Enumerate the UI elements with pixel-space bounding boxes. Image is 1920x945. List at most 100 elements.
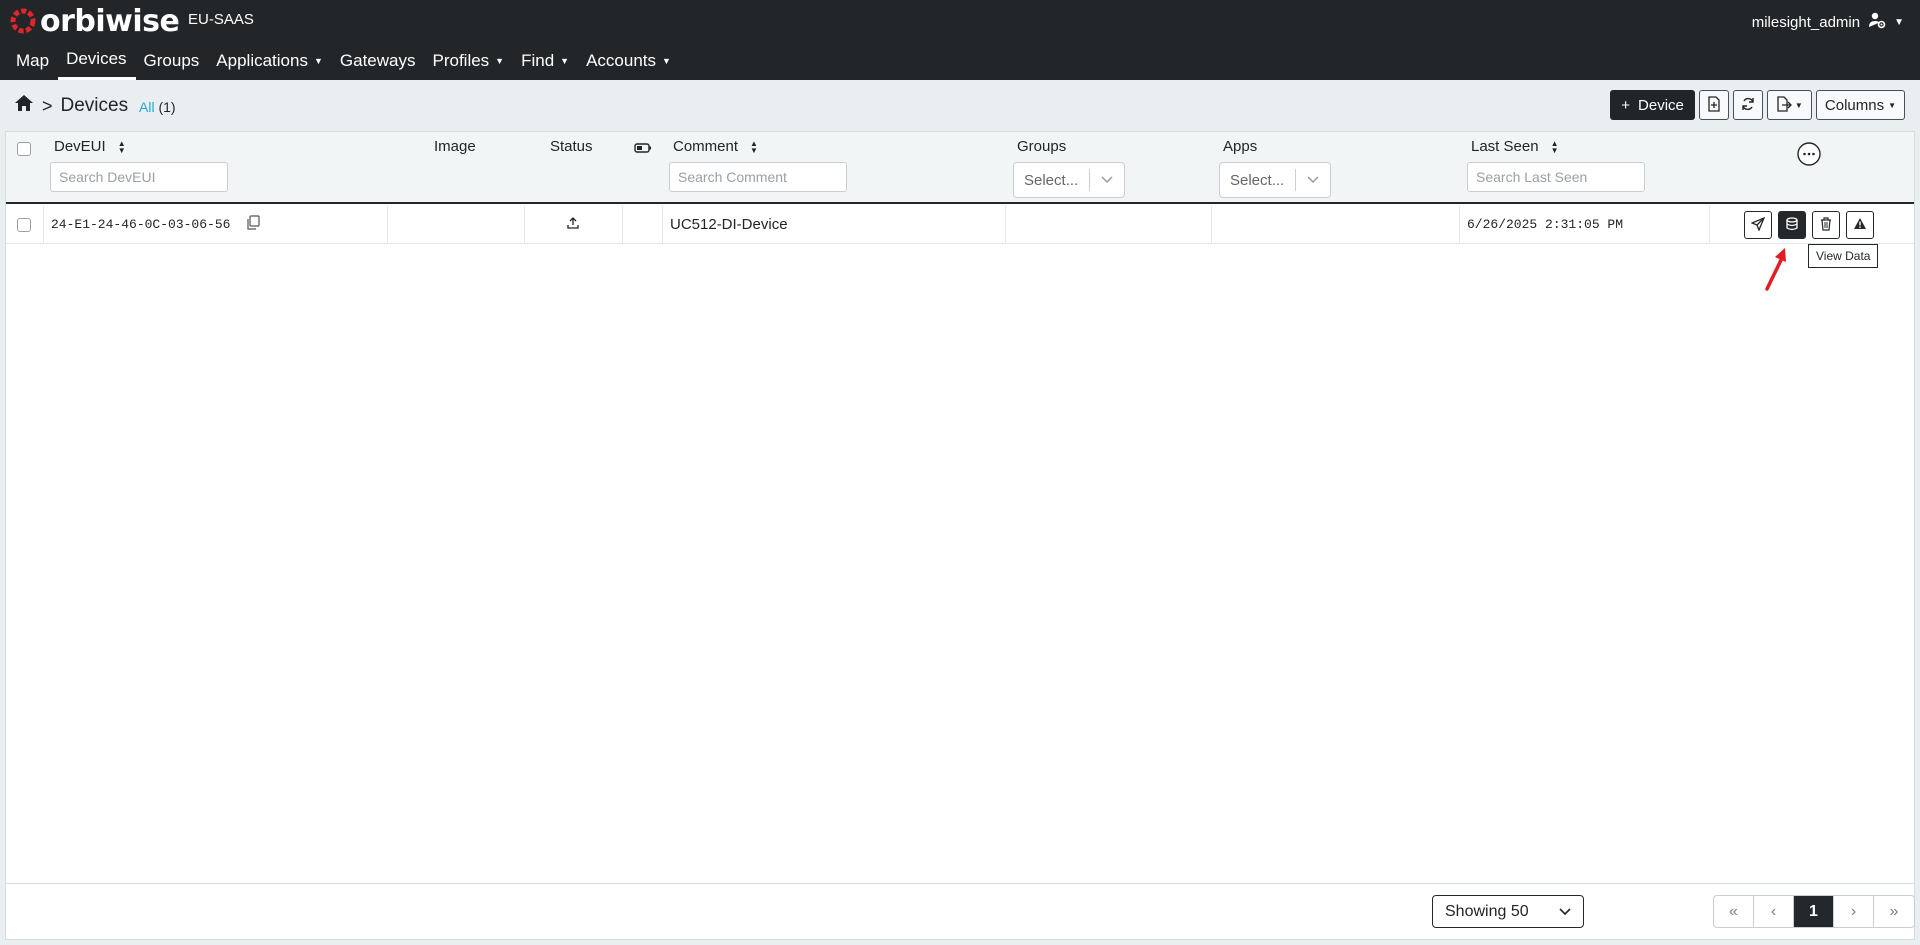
tenant-label: EU-SAAS [188,11,254,28]
warning-icon [1853,217,1867,233]
chevron-down-icon: ▼ [1888,100,1896,110]
nav-label: Gateways [339,50,416,70]
column-header-image: Image [434,138,476,155]
username: milesight_admin [1751,13,1861,31]
file-import-icon [1707,95,1721,115]
cell-divider [622,206,623,243]
column-header-apps: Apps [1223,138,1257,155]
double-chevron-left-icon: « [1729,902,1738,920]
row-checkbox[interactable] [17,218,31,232]
nav-gateways[interactable]: Gateways [332,46,425,80]
copy-icon[interactable] [246,215,260,233]
header-label: Image [434,138,476,155]
search-last-seen-input[interactable]: Search Last Seen [1467,162,1645,192]
filter-all-link[interactable]: All [139,99,155,115]
cell-divider [1459,206,1460,243]
header-label: Groups [1017,138,1067,155]
header-label: Status [550,138,593,155]
alert-button[interactable] [1846,211,1874,239]
column-header-deveui[interactable]: DevEUI ▲ ▼ [54,138,126,155]
header-label: Apps [1223,138,1258,155]
last-page-button[interactable]: » [1874,896,1914,927]
prev-page-button[interactable]: ‹ [1754,896,1794,927]
refresh-icon [1741,97,1755,114]
page-button-current[interactable]: 1 [1794,896,1834,927]
nav-label: Profiles [432,50,490,70]
sort-icon: ▲ ▼ [750,138,758,155]
add-device-label: Device [1638,96,1684,114]
top-navbar: orbiwise EU-SAAS milesight_admin ▼ Map D… [0,0,1920,80]
column-header-comment[interactable]: Comment ▲ ▼ [673,138,758,155]
chevron-down-icon: ▼ [1794,100,1803,110]
deveui-cell[interactable]: 24-E1-24-46-0C-03-06-56 [51,217,230,232]
devices-table: DevEUI ▲ ▼ Search DevEUI Image Status Com… [5,131,1915,940]
cell-divider [1005,206,1006,243]
cell-divider [387,206,388,243]
table-row[interactable]: 24-E1-24-46-0C-03-06-56 UC512-DI-Device … [6,206,1914,244]
search-deveui-input[interactable]: Search DevEUI [50,162,228,192]
header-label: DevEUI [54,138,106,155]
delete-button[interactable] [1812,211,1840,239]
page-size-label: Showing 50 [1445,902,1529,920]
page-size-select[interactable]: Showing 50 [1432,895,1584,928]
upload-status-icon [566,216,580,233]
chevron-down-icon: ▼ [1894,16,1904,28]
page-toolbar: > Devices All (1) + Device ▼ Columns ▼ [0,80,1920,130]
select-all-checkbox[interactable] [17,142,31,156]
chevron-down-icon [1559,903,1571,921]
orbiwise-logo-icon [9,7,37,35]
brand-logo[interactable]: orbiwise [9,3,180,39]
dropdown-caret-icon: ▼ [495,55,505,66]
page-title: Devices [60,95,129,116]
view-data-button[interactable] [1778,211,1806,239]
nav-label: Find [521,50,555,70]
more-options-icon[interactable] [1797,142,1821,169]
plus-icon: + [1621,96,1631,114]
user-menu[interactable]: milesight_admin ▼ [1752,11,1904,33]
nav-label: Applications [216,50,308,70]
apps-select[interactable]: Select... [1219,162,1331,198]
first-page-button[interactable]: « [1714,896,1754,927]
column-header-status: Status [550,138,593,155]
battery-icon [634,140,652,157]
paper-plane-icon [1750,216,1766,234]
last-seen-cell: 6/26/2025 2:31:05 PM [1467,217,1624,232]
sort-icon: ▲ ▼ [117,138,126,155]
view-data-tooltip: View Data [1808,244,1879,268]
export-dropdown-button[interactable]: ▼ [1766,90,1812,120]
nav-groups[interactable]: Groups [136,46,209,80]
refresh-button[interactable] [1732,90,1763,120]
home-icon[interactable] [14,94,34,118]
dropdown-caret-icon: ▼ [560,55,570,66]
nav-find[interactable]: Find ▼ [513,46,578,80]
add-device-button[interactable]: + Device [1610,90,1695,120]
breadcrumb-separator: > [42,95,53,116]
columns-dropdown-button[interactable]: Columns ▼ [1815,90,1905,120]
table-footer: Showing 50 « ‹ 1 › » [6,883,1915,939]
cell-divider [1211,206,1212,243]
nav-map[interactable]: Map [8,46,58,80]
nav-accounts[interactable]: Accounts ▼ [578,46,680,80]
pagination: « ‹ 1 › » [1713,895,1915,928]
search-comment-input[interactable]: Search Comment [669,162,847,192]
nav-label: Map [16,50,50,70]
device-count: All (1) [139,99,176,115]
chevron-down-icon [1090,176,1124,184]
sort-icon: ▲ ▼ [1550,138,1559,155]
nav-label: Accounts [586,50,657,70]
nav-devices[interactable]: Devices [58,46,136,80]
send-downlink-button[interactable] [1744,211,1772,239]
next-page-button[interactable]: › [1834,896,1874,927]
column-header-last-seen[interactable]: Last Seen ▲ ▼ [1471,138,1558,155]
cell-divider [1709,206,1710,243]
groups-select[interactable]: Select... [1013,162,1125,198]
double-chevron-right-icon: » [1889,902,1899,920]
cell-divider [43,206,44,243]
comment-cell: UC512-DI-Device [670,216,788,233]
import-button[interactable] [1698,90,1729,120]
dropdown-caret-icon: ▼ [313,55,323,66]
header-label: Comment [673,138,739,155]
nav-profiles[interactable]: Profiles ▼ [424,46,513,80]
chevron-left-icon: ‹ [1770,902,1777,920]
nav-applications[interactable]: Applications ▼ [208,46,332,80]
